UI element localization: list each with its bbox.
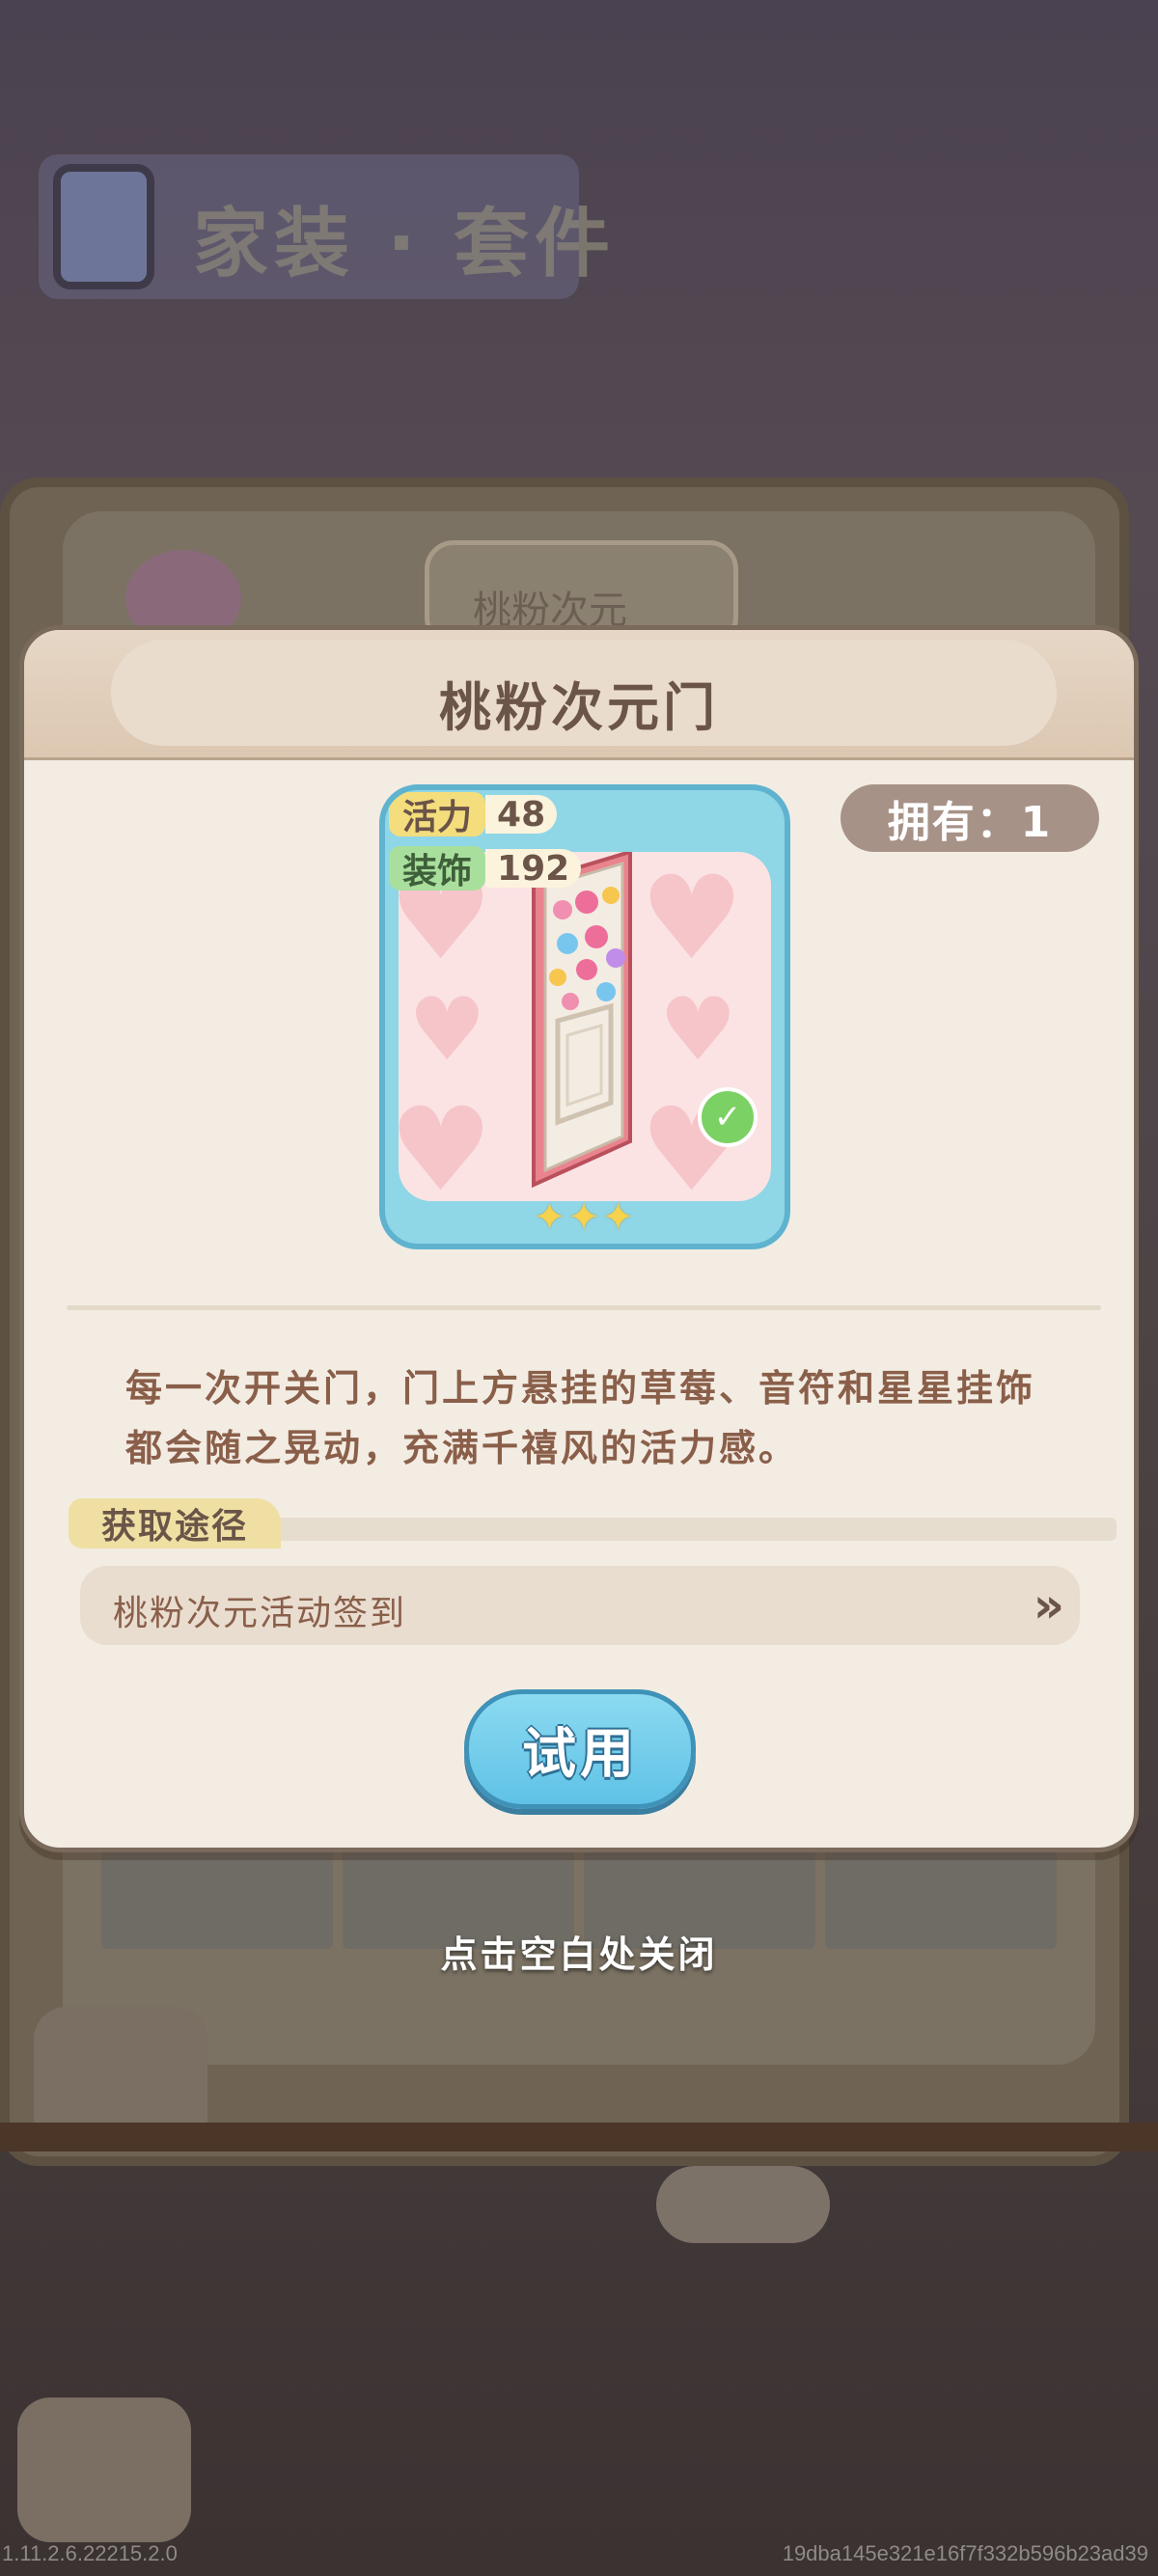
item-preview: ♥ ♥ ♥ ♥ ♥ ♥ ✓	[399, 852, 771, 1201]
double-chevron-right-icon[interactable]: »	[1034, 1577, 1065, 1633]
item-card: ♥ ♥ ♥ ♥ ♥ ♥ ✓ 活力 48 装饰 192 ✦✦✦	[379, 784, 790, 1249]
star-rating-icon: ✦✦✦	[533, 1195, 637, 1240]
close-hint[interactable]: 点击空白处关闭	[0, 1925, 1158, 1978]
divider	[67, 1305, 1101, 1310]
try-button[interactable]: 试用	[464, 1689, 696, 1809]
background-shelf	[0, 2123, 1158, 2151]
bone-icon	[656, 2166, 830, 2243]
decor-stat: 装饰 192	[389, 846, 582, 891]
version-text: 1.11.2.6.22215.2.0	[2, 2541, 178, 2565]
vitality-value: 48	[485, 795, 558, 835]
modal-header: 桃粉次元门	[24, 630, 1134, 760]
decor-label: 装饰	[389, 846, 486, 891]
source-entry-row[interactable]: 桃粉次元活动签到 »	[80, 1566, 1080, 1645]
pink-door-icon	[532, 852, 632, 1189]
vitality-label: 活力	[389, 792, 486, 837]
build-hash-text: 19dba145e321e16f7f332b596b23ad39	[782, 2541, 1148, 2565]
check-icon: ✓	[698, 1087, 758, 1147]
modal-title: 桃粉次元门	[439, 677, 719, 738]
furniture-book-icon	[53, 164, 154, 289]
background-header-title: 家装 · 套件	[193, 201, 616, 288]
item-description: 每一次开关门，门上方悬挂的草莓、音符和星星挂饰都会随之晃动，充满千禧风的活力感。	[125, 1367, 1036, 1469]
source-entry-label: 桃粉次元活动签到	[113, 1594, 407, 1633]
item-detail-modal: 桃粉次元门 ♥ ♥ ♥ ♥ ♥ ♥ ✓ 活力 48 装饰 192 ✦✦✦ 拥有：…	[19, 625, 1139, 1852]
source-section-label: 获取途径	[69, 1498, 281, 1548]
owned-count-badge: 拥有：1	[841, 784, 1099, 852]
decor-value: 192	[485, 849, 582, 889]
background-slipper-button-2	[17, 2398, 191, 2542]
vitality-stat: 活力 48	[389, 792, 558, 837]
